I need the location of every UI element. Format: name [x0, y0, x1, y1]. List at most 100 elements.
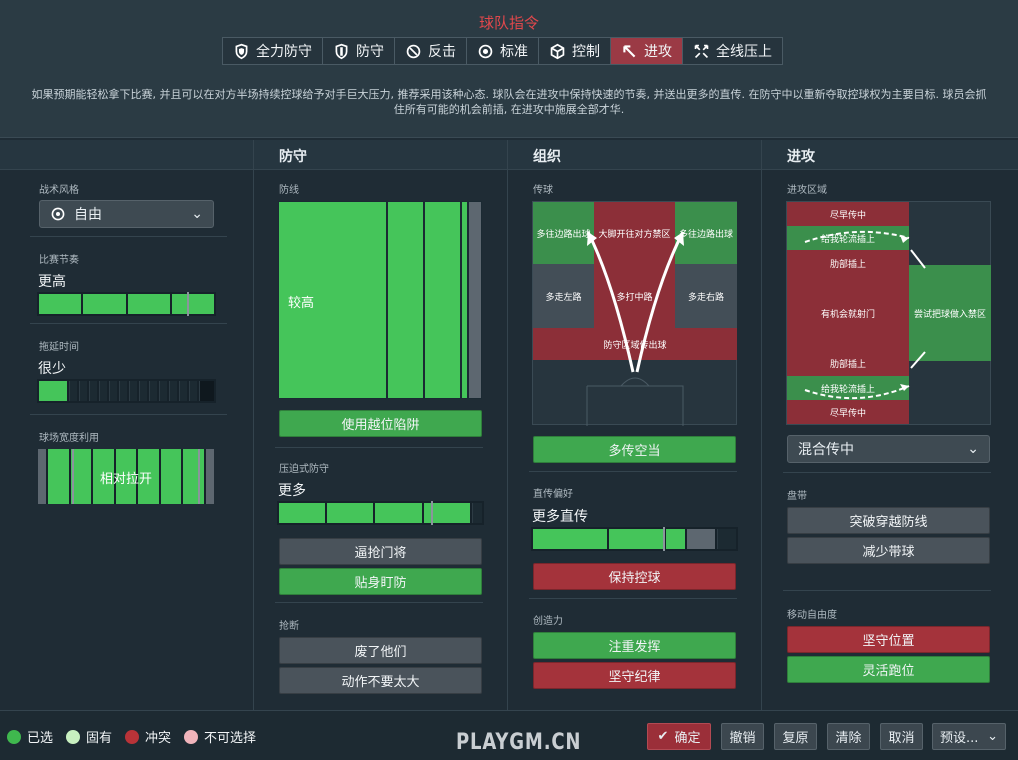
pressing-value: 更多	[278, 483, 306, 499]
line-fill	[462, 202, 467, 398]
directness-slider[interactable]	[531, 527, 738, 551]
timewasting-slider[interactable]	[37, 379, 216, 403]
tempo-value: 更高	[38, 274, 66, 290]
counter-icon	[406, 44, 421, 58]
press-keeper-button[interactable]: 逼抢门将	[279, 538, 482, 565]
pressing-segment	[471, 503, 482, 523]
watermark: PLAYGM.CN	[456, 730, 582, 755]
retain-possession-button[interactable]: 保持控球	[533, 563, 736, 590]
pressing-marker	[431, 501, 433, 525]
offside-trap-button[interactable]: 使用越位陷阱	[279, 410, 482, 437]
preset-label: 预设...	[940, 731, 979, 746]
legend-dot	[66, 729, 80, 744]
clear-button[interactable]: 清除	[827, 723, 870, 750]
timewasting-segment	[159, 381, 167, 401]
buildup-header: 组织	[507, 140, 761, 170]
divider	[253, 140, 254, 710]
passing-pitch: 多往边路出球 大脚开往对方禁区 多往边路出球 多走左路 多打中路 多走右路 防守…	[532, 201, 737, 426]
passing-arrows	[586, 231, 685, 426]
mentality-description: 如果预期能轻松拿下比赛, 并且可以在对方半场持续控球给予对手巨大压力, 推荐采用…	[31, 88, 987, 116]
divider	[30, 236, 227, 237]
line-fill	[388, 202, 423, 398]
timewasting-fill	[39, 381, 67, 401]
width-label: 球场宽度利用	[39, 433, 99, 444]
mentality-label: 防守	[356, 44, 384, 60]
style-dropdown[interactable]: 自由 ⌄	[39, 200, 214, 228]
pass-into-space-button[interactable]: 多传空当	[533, 436, 736, 463]
divider	[507, 140, 508, 710]
shield-double-icon	[235, 43, 248, 59]
mentality-attacking[interactable]: 进攻	[611, 38, 683, 64]
mentality-very-attacking[interactable]: 全线压上	[683, 38, 782, 64]
stay-on-feet-button[interactable]: 动作不要太大	[279, 667, 482, 694]
timewasting-segment	[89, 381, 97, 401]
legend-inherent: 固有	[66, 727, 112, 746]
timewasting-segment	[149, 381, 157, 401]
defensive-line-slider[interactable]: 较高	[278, 201, 482, 399]
legend-dot	[184, 729, 198, 744]
tempo-segment	[127, 294, 170, 314]
directness-marker	[663, 527, 665, 551]
timewasting-segment	[189, 381, 197, 401]
directness-label: 直传偏好	[533, 489, 573, 500]
pressing-label: 压迫式防守	[279, 464, 329, 475]
dribble-label: 盘带	[787, 491, 807, 502]
divider	[529, 598, 737, 599]
directness-segment	[533, 529, 607, 549]
roam-from-position-button[interactable]: 灵活跑位	[787, 656, 990, 683]
pressing-segment	[375, 503, 422, 523]
tight-marking-button[interactable]: 贴身盯防	[279, 568, 482, 595]
mentality-balanced[interactable]: 标准	[467, 38, 539, 64]
mentality-label: 控制	[572, 44, 600, 60]
line-empty	[469, 202, 481, 398]
mentality-positive[interactable]: 控制	[539, 38, 611, 64]
line-label: 防线	[279, 185, 299, 196]
directness-segment	[687, 529, 715, 549]
line-value: 较高	[288, 296, 315, 311]
mentality-label: 反击	[428, 44, 456, 60]
confirm-button[interactable]: ✔ 确定	[647, 723, 711, 750]
undo-button[interactable]: 撤销	[721, 723, 764, 750]
tempo-marker	[187, 292, 189, 316]
divider	[783, 590, 991, 591]
mentality-defensive[interactable]: 防守	[323, 38, 395, 64]
tempo-segment	[171, 294, 214, 314]
legend-conflict: 冲突	[125, 727, 171, 746]
tempo-slider[interactable]	[37, 292, 216, 316]
mentality-very-defensive[interactable]: 全力防守	[223, 38, 323, 64]
chevron-down-icon: ⌄	[967, 441, 979, 457]
timewasting-segment	[199, 381, 214, 401]
mentality-counter[interactable]: 反击	[395, 38, 467, 64]
pressing-segment	[327, 503, 374, 523]
be-disciplined-button[interactable]: 坚守纪律	[533, 662, 736, 689]
legend-label: 不可选择	[204, 731, 257, 746]
style-label: 战术风格	[39, 185, 79, 196]
width-value: 相对拉开	[99, 472, 152, 487]
divider	[783, 472, 991, 473]
cancel-button[interactable]: 取消	[880, 723, 923, 750]
crossing-dropdown[interactable]: 混合传中 ⌄	[787, 435, 990, 463]
pressing-slider[interactable]	[277, 501, 484, 525]
hold-position-button[interactable]: 坚守位置	[787, 626, 990, 653]
redo-button[interactable]: 复原	[774, 723, 817, 750]
dribble-more-button[interactable]: 突破穿越防线	[787, 507, 990, 534]
divider	[30, 414, 227, 415]
tempo-segment	[39, 294, 82, 314]
creative-label: 创造力	[533, 616, 563, 627]
get-stuck-in-button[interactable]: 废了他们	[279, 637, 482, 664]
arrows-out-icon	[694, 44, 709, 58]
balance-icon	[478, 44, 493, 58]
timewasting-value: 很少	[38, 361, 66, 377]
width-slider[interactable]: 相对拉开	[38, 449, 214, 504]
legend-unavailable: 不可选择	[184, 727, 256, 746]
be-expressive-button[interactable]: 注重发挥	[533, 632, 736, 659]
legend-label: 已选	[27, 731, 54, 746]
cube-icon	[550, 43, 565, 59]
dribble-less-button[interactable]: 减少带球	[787, 537, 990, 564]
directness-value: 更多直传	[532, 509, 588, 525]
confirm-label: 确定	[674, 731, 701, 746]
timewasting-label: 拖延时间	[39, 342, 79, 353]
passing-label: 传球	[533, 185, 553, 196]
mentality-label: 标准	[500, 44, 528, 60]
preset-dropdown[interactable]: 预设... ⌄	[932, 723, 1006, 750]
